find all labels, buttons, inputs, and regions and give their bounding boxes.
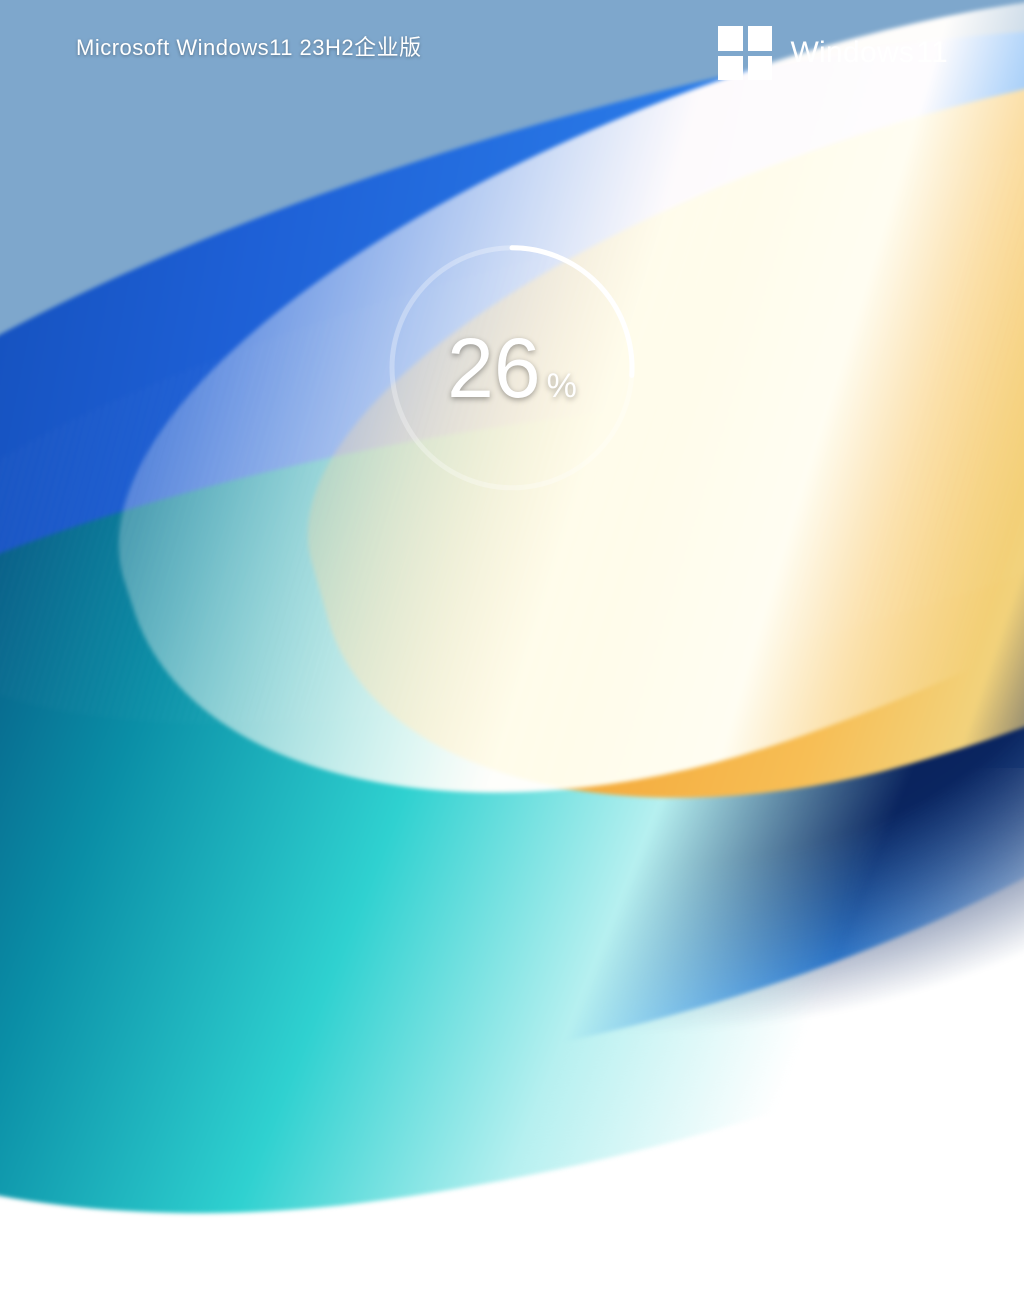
brand-suffix: 11 [916,36,948,69]
install-progress: 26 % [377,233,647,503]
percent-symbol: % [547,366,577,405]
edition-title: Microsoft Windows11 23H2企业版 [76,30,422,62]
progress-number: 26 [447,326,540,410]
brand-word: Windows [790,36,914,69]
windows-logo-icon [718,26,772,80]
windows-brand: Windows11 [718,26,948,80]
windows-wordmark: Windows11 [790,36,948,70]
progress-label: 26 % [377,233,647,503]
